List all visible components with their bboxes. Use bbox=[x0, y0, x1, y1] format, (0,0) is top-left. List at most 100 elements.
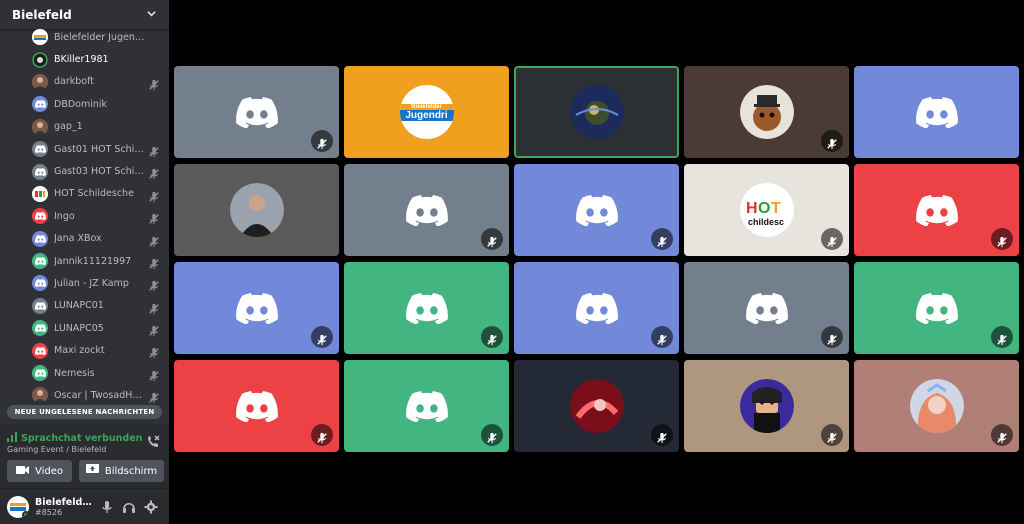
headphones-icon[interactable] bbox=[122, 499, 136, 518]
camera-icon bbox=[15, 465, 29, 478]
discord-logo-icon bbox=[32, 230, 48, 247]
participant-tile[interactable] bbox=[854, 360, 1019, 452]
discord-logo-icon bbox=[915, 292, 958, 324]
participant-tile[interactable] bbox=[514, 66, 679, 158]
muted-microphone-icon bbox=[311, 326, 333, 348]
voice-member-item[interactable]: Oscar | TwosadHu... bbox=[0, 384, 169, 406]
discord-logo-icon bbox=[32, 365, 48, 382]
screen-share-icon bbox=[85, 464, 99, 478]
participant-tile[interactable] bbox=[854, 164, 1019, 256]
voice-member-item[interactable]: LUNAPC01 bbox=[0, 295, 169, 317]
user-avatar[interactable] bbox=[7, 495, 29, 518]
hot-logo-icon bbox=[32, 185, 48, 202]
member-name: Julian - JZ Kamp bbox=[54, 277, 129, 289]
svg-text:childesc: childesc bbox=[748, 217, 784, 227]
member-name: BKiller1981 bbox=[54, 54, 109, 66]
voice-status-label: Sprachchat verbunden bbox=[21, 433, 143, 444]
screen-share-button[interactable]: Bildschirm bbox=[79, 460, 164, 482]
muted-microphone-icon bbox=[148, 210, 160, 225]
voice-member-item[interactable]: darkboft bbox=[0, 71, 169, 93]
discord-logo-icon bbox=[32, 163, 48, 180]
participant-tile[interactable] bbox=[684, 262, 849, 354]
muted-microphone-icon bbox=[651, 326, 673, 348]
participant-tile[interactable] bbox=[344, 360, 509, 452]
discord-logo-icon bbox=[235, 96, 278, 128]
participant-tile[interactable]: H O Tchildesc bbox=[684, 164, 849, 256]
participant-tile[interactable] bbox=[344, 262, 509, 354]
discord-logo-icon bbox=[575, 194, 618, 226]
participant-tile[interactable]: Bielefelder Jugendri bbox=[344, 66, 509, 158]
discord-logo-icon bbox=[405, 194, 448, 226]
discord-logo-icon bbox=[32, 342, 48, 359]
participant-tile[interactable] bbox=[684, 360, 849, 452]
muted-microphone-icon bbox=[148, 389, 160, 404]
video-button[interactable]: Video bbox=[7, 460, 72, 482]
logo-text-bottom: Jugendri bbox=[399, 109, 454, 121]
microphone-icon[interactable] bbox=[100, 499, 114, 518]
member-name: LUNAPC05 bbox=[54, 322, 104, 334]
ring-avatar-icon bbox=[32, 51, 48, 68]
voice-channel-name[interactable]: Gaming Event / Bielefeld bbox=[7, 445, 106, 454]
unread-messages-button[interactable]: NEUE UNGELESENE NACHRICHTEN bbox=[7, 405, 162, 419]
muted-microphone-icon bbox=[821, 424, 843, 446]
photo-avatar-icon bbox=[32, 118, 48, 135]
voice-member-item[interactable]: HOT Schildesche bbox=[0, 183, 169, 205]
muted-microphone-icon bbox=[148, 300, 160, 314]
voice-member-item[interactable]: BKiller1981 bbox=[0, 48, 169, 70]
participant-tile[interactable] bbox=[174, 262, 339, 354]
channel-sidebar: Bielefeld Bielefelder Jugendring BKiller1… bbox=[0, 0, 169, 524]
participant-tile[interactable] bbox=[514, 262, 679, 354]
participant-tile[interactable] bbox=[344, 164, 509, 256]
voice-member-item[interactable]: DBDominik bbox=[0, 93, 169, 115]
voice-member-item[interactable]: Maxi zockt bbox=[0, 339, 169, 361]
participant-tile[interactable] bbox=[854, 66, 1019, 158]
discord-logo-icon bbox=[575, 292, 618, 324]
photo-avatar-icon bbox=[32, 73, 48, 90]
participant-tile[interactable] bbox=[514, 360, 679, 452]
discord-logo-icon bbox=[915, 96, 958, 128]
hot-logo-icon: H O Tchildesc bbox=[739, 183, 794, 237]
muted-microphone-icon bbox=[821, 130, 843, 152]
disconnect-icon[interactable] bbox=[145, 434, 161, 450]
user-tag: #8526 bbox=[35, 507, 63, 517]
discord-logo-icon bbox=[405, 390, 448, 422]
participant-tile[interactable] bbox=[174, 360, 339, 452]
discord-logo-icon bbox=[32, 320, 48, 337]
voice-member-item[interactable]: Ingo bbox=[0, 205, 169, 227]
discord-app: Bielefeld Bielefelder Jugendring BKiller1… bbox=[0, 0, 1024, 524]
member-name: Nemesis bbox=[54, 367, 95, 379]
voice-member-item[interactable]: Gast01 HOT Schild... bbox=[0, 138, 169, 160]
voice-member-item[interactable]: Jannik11121997 bbox=[0, 250, 169, 272]
voice-member-item[interactable]: Jana XBox bbox=[0, 228, 169, 250]
muted-microphone-icon bbox=[148, 277, 160, 292]
voice-member-item[interactable]: LUNAPC05 bbox=[0, 317, 169, 339]
participant-tile[interactable] bbox=[684, 66, 849, 158]
participant-tile[interactable] bbox=[174, 66, 339, 158]
voice-member-item[interactable]: Julian - JZ Kamp bbox=[0, 272, 169, 294]
muted-microphone-icon bbox=[821, 228, 843, 250]
participant-tile[interactable] bbox=[174, 164, 339, 256]
participant-tile[interactable] bbox=[854, 262, 1019, 354]
voice-member-item[interactable]: gap_1 bbox=[0, 116, 169, 138]
member-name: Ingo bbox=[54, 210, 75, 222]
member-name: darkboft bbox=[54, 76, 95, 88]
discord-logo-icon bbox=[915, 194, 958, 226]
voice-status[interactable]: Sprachchat verbunden bbox=[7, 432, 142, 445]
svg-text:O: O bbox=[758, 200, 770, 217]
muted-microphone-icon bbox=[148, 255, 160, 270]
settings-gear-icon[interactable] bbox=[144, 499, 158, 518]
participant-tile[interactable] bbox=[514, 164, 679, 256]
online-status-icon bbox=[22, 510, 29, 518]
voice-member-item[interactable]: Nemesis bbox=[0, 362, 169, 384]
voice-member-item[interactable]: Gast03 HOT Schild... bbox=[0, 160, 169, 182]
user-info[interactable]: Bielefelder J... #8526 bbox=[35, 497, 97, 517]
screen-share-label: Bildschirm bbox=[104, 465, 158, 477]
jugendring-logo-icon: Bielefelder Jugendri bbox=[399, 85, 454, 139]
voice-member-item[interactable]: Bielefelder Jugendring bbox=[0, 26, 169, 48]
muted-microphone-icon bbox=[311, 130, 333, 152]
user-panel: Bielefelder J... #8526 bbox=[0, 489, 169, 524]
discord-logo-icon bbox=[32, 297, 48, 314]
member-name: gap_1 bbox=[54, 121, 83, 133]
discord-logo-icon bbox=[32, 208, 48, 225]
voice-member-list: Bielefelder Jugendring BKiller1981 darkbof… bbox=[0, 26, 169, 406]
